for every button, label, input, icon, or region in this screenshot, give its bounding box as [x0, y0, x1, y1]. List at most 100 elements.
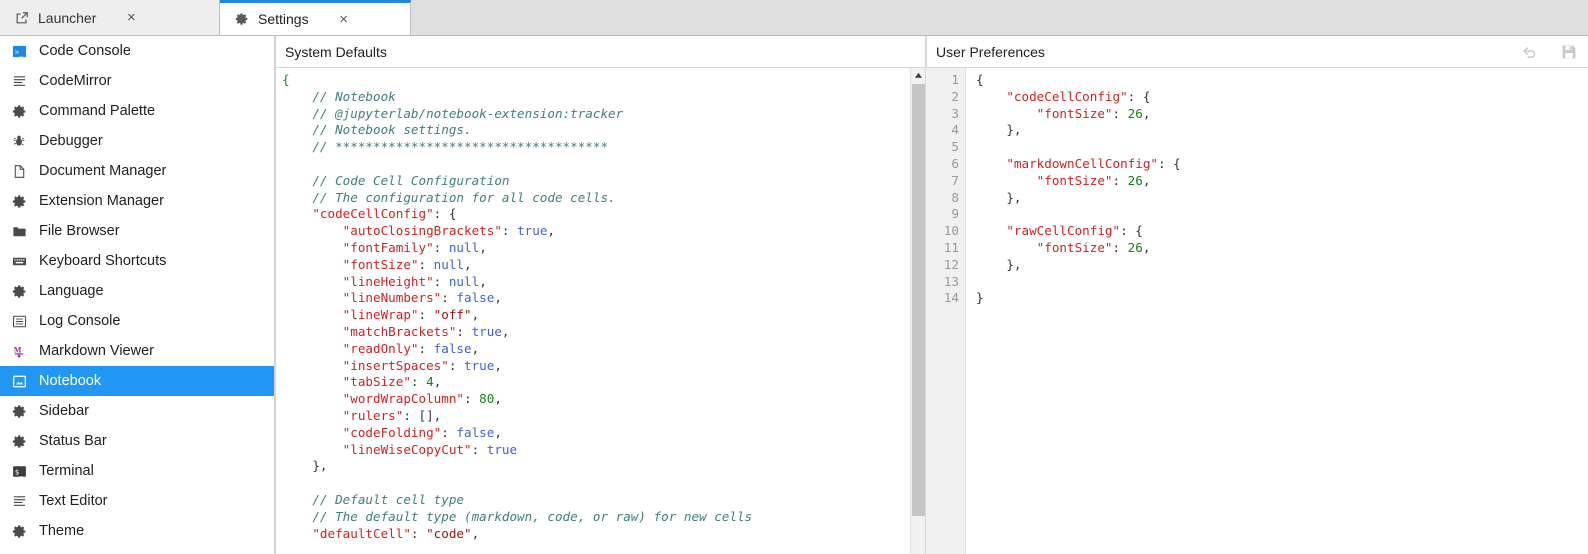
- sidebar-item-debugger[interactable]: Debugger: [0, 126, 274, 156]
- code-token: "lineHeight": [342, 273, 434, 289]
- user-preferences-editor[interactable]: 1 2 3 4 5 6 7 8 9 10 11 12 13 14 { "code…: [926, 68, 1588, 554]
- scroll-up-arrow-icon[interactable]: [911, 68, 925, 82]
- code-token: "insertSpaces": [342, 357, 449, 373]
- tab-launcher[interactable]: Launcher ×: [0, 0, 220, 35]
- scrollbar-thumb[interactable]: [912, 84, 925, 516]
- code-token: :: [433, 206, 449, 222]
- sidebar-item-label: CodeMirror: [39, 73, 112, 89]
- sidebar-item-code-console[interactable]: >_ Code Console: [0, 36, 274, 66]
- code-token: true: [464, 357, 495, 373]
- sidebar-item-label: Status Bar: [39, 433, 107, 449]
- code-token: "codeCellConfig": [312, 206, 434, 222]
- code-token: :: [441, 424, 457, 440]
- code-token: "fontFamily": [342, 239, 434, 255]
- system-defaults-panel: System Defaults { // Notebook // @jupyte…: [275, 36, 926, 554]
- main-area: >_ Code Console CodeMirror Command Palet…: [0, 36, 1588, 554]
- close-icon[interactable]: ×: [335, 10, 353, 28]
- code-token: "rawCellConfig": [1006, 223, 1121, 239]
- sidebar-item-language[interactable]: Language: [0, 276, 274, 306]
- code-token: false: [433, 340, 472, 356]
- code-token: "readOnly": [342, 340, 419, 356]
- code-token: ,: [547, 223, 556, 239]
- code-token: {: [1142, 88, 1151, 104]
- code-token: // The configuration for all code cells.: [312, 189, 616, 205]
- sidebar-item-notebook[interactable]: Notebook: [0, 366, 274, 396]
- close-icon[interactable]: ×: [122, 9, 140, 27]
- header-toolbar: [1520, 43, 1578, 61]
- code-token: :: [1120, 223, 1136, 239]
- sidebar-item-file-browser[interactable]: File Browser: [0, 216, 274, 246]
- sidebar-item-terminal[interactable]: $_ Terminal: [0, 456, 274, 486]
- code-token: "codeFolding": [342, 424, 442, 440]
- tab-settings[interactable]: Settings ×: [220, 0, 411, 35]
- sidebar-item-status-bar[interactable]: Status Bar: [0, 426, 274, 456]
- launcher-icon: [14, 10, 30, 26]
- sidebar-item-log-console[interactable]: Log Console: [0, 306, 274, 336]
- text-lines-icon: [10, 72, 28, 90]
- code-token: :: [418, 307, 434, 323]
- code-token: "defaultCell": [312, 525, 411, 541]
- sidebar-item-sidebar[interactable]: Sidebar: [0, 396, 274, 426]
- system-defaults-header: System Defaults: [275, 36, 926, 68]
- folder-icon: [10, 222, 28, 240]
- system-defaults-scrollbar[interactable]: [910, 68, 925, 554]
- sidebar-item-extension-manager[interactable]: Extension Manager: [0, 186, 274, 216]
- sidebar-item-command-palette[interactable]: Command Palette: [0, 96, 274, 126]
- sidebar-item-label: Terminal: [39, 463, 94, 479]
- code-token: ,: [494, 290, 502, 306]
- code-token: :: [1127, 88, 1143, 104]
- panel-title: User Preferences: [936, 43, 1045, 60]
- sidebar-item-keyboard-shortcuts[interactable]: Keyboard Shortcuts: [0, 246, 274, 276]
- code-token: [],: [418, 407, 442, 423]
- code-token: null: [433, 256, 465, 272]
- code-token: "fontSize": [342, 256, 419, 272]
- code-token: "fontSize": [1036, 105, 1113, 121]
- gear-icon: [10, 432, 28, 450]
- tab-bar: Launcher × Settings ×: [0, 0, 1588, 36]
- code-token: "fontSize": [1036, 239, 1113, 255]
- sidebar-item-label: Sidebar: [39, 403, 89, 419]
- gear-icon: [234, 11, 250, 27]
- panel-title: System Defaults: [285, 43, 387, 60]
- text-lines-icon: [10, 492, 28, 510]
- undo-icon[interactable]: [1520, 43, 1538, 61]
- save-icon[interactable]: [1560, 43, 1578, 61]
- code-token: {: [1173, 155, 1181, 171]
- code-token: "wordWrapColumn": [342, 391, 464, 407]
- system-defaults-code-area[interactable]: { // Notebook // @jupyterlab/notebook-ex…: [275, 68, 926, 554]
- code-token: ,: [494, 391, 502, 407]
- code-token: ,: [471, 340, 480, 356]
- code-token: "code": [426, 525, 472, 541]
- markdown-icon: M: [10, 342, 28, 360]
- code-token: "fontSize": [1036, 172, 1113, 188]
- sidebar-item-markdown-viewer[interactable]: M Markdown Viewer: [0, 336, 274, 366]
- notebook-icon: [10, 372, 28, 390]
- sidebar-item-theme[interactable]: Theme: [0, 516, 274, 546]
- code-token: {: [448, 206, 457, 222]
- code-token: :: [1112, 239, 1128, 255]
- code-token: "tabSize": [342, 374, 411, 390]
- sidebar-item-label: File Browser: [39, 223, 120, 239]
- sidebar-item-text-editor[interactable]: Text Editor: [0, 486, 274, 516]
- sidebar-item-document-manager[interactable]: Document Manager: [0, 156, 274, 186]
- code-token: true: [486, 441, 518, 457]
- code-token: :: [1112, 105, 1128, 121]
- code-token: null: [448, 239, 480, 255]
- sidebar-item-codemirror[interactable]: CodeMirror: [0, 66, 274, 96]
- sidebar-item-label: Code Console: [39, 43, 131, 59]
- code-token: ,: [464, 256, 472, 272]
